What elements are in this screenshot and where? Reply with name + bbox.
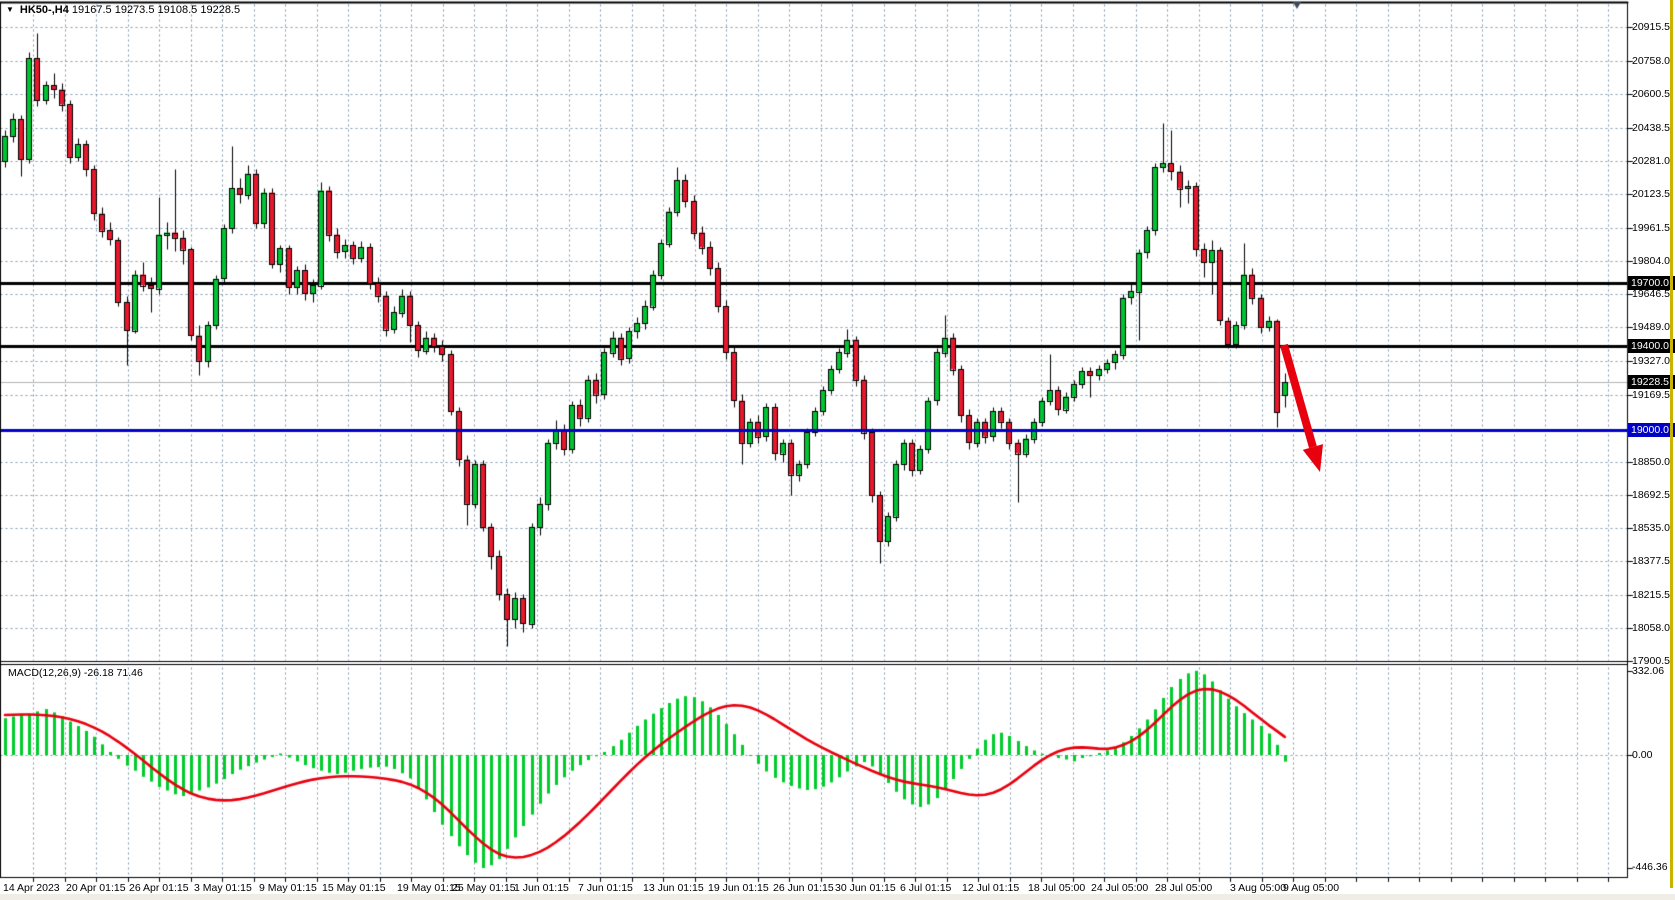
time-axis-label: 6 Jul 01:15 xyxy=(900,882,951,894)
price-axis-label: 19327.0 xyxy=(1632,355,1670,367)
time-axis-label: 9 Aug 05:00 xyxy=(1283,882,1339,894)
price-axis-label: 19169.5 xyxy=(1632,389,1670,401)
price-axis-label: 20281.0 xyxy=(1632,155,1670,167)
time-axis-label: 20 Apr 01:15 xyxy=(66,882,126,894)
time-axis-label: 25 May 01:15 xyxy=(452,882,516,894)
time-axis-label: 18 Jul 05:00 xyxy=(1028,882,1085,894)
price-badge: 19228.5 xyxy=(1628,375,1675,389)
time-axis-label: 14 Apr 2023 xyxy=(3,882,60,894)
macd-axis-label: -446.36 xyxy=(1632,861,1668,873)
price-axis-label: 18850.0 xyxy=(1632,456,1670,468)
chart-title: ▼ HK50-,H4 19167.5 19273.5 19108.5 19228.… xyxy=(6,4,240,16)
time-axis-label: 19 Jun 01:15 xyxy=(708,882,769,894)
price-badge: 19000.0 xyxy=(1628,423,1675,437)
price-axis-label: 18215.5 xyxy=(1632,589,1670,601)
time-axis-label: 1 Jun 01:15 xyxy=(514,882,569,894)
panel-splitter[interactable] xyxy=(0,659,1627,667)
window-right-edge xyxy=(1670,0,1673,888)
price-axis-label: 18535.0 xyxy=(1632,522,1670,534)
price-axis-label: 18377.5 xyxy=(1632,555,1670,567)
time-axis-label: 3 Aug 05:00 xyxy=(1230,882,1286,894)
ohlc-quote-label: 19167.5 19273.5 19108.5 19228.5 xyxy=(72,4,240,16)
time-axis-label: 13 Jun 01:15 xyxy=(643,882,704,894)
price-axis-label: 19804.0 xyxy=(1632,255,1670,267)
price-badge: 19400.0 xyxy=(1628,339,1675,353)
chart-window: ▼ HK50-,H4 19167.5 19273.5 19108.5 19228.… xyxy=(0,0,1675,900)
time-axis-label: 26 Jun 01:15 xyxy=(773,882,834,894)
price-axis-label: 19646.5 xyxy=(1632,288,1670,300)
price-axis-label: 20123.5 xyxy=(1632,188,1670,200)
macd-axis-label: 0.00 xyxy=(1632,749,1652,761)
price-axis-label: 18058.0 xyxy=(1632,622,1670,634)
price-axis-label: 18692.5 xyxy=(1632,489,1670,501)
macd-axis-label: 332.06 xyxy=(1632,665,1664,677)
macd-indicator-label: MACD(12,26,9) -26.18 71.46 xyxy=(8,667,143,679)
time-axis-label: 24 Jul 05:00 xyxy=(1091,882,1148,894)
time-axis-label: 15 May 01:15 xyxy=(322,882,386,894)
time-axis-label: 12 Jul 01:15 xyxy=(962,882,1019,894)
status-strip xyxy=(0,894,1675,900)
price-axis-label: 20438.5 xyxy=(1632,122,1670,134)
time-axis-label: 26 Apr 01:15 xyxy=(129,882,189,894)
price-axis-label: 19489.0 xyxy=(1632,321,1670,333)
time-axis-label: 3 May 01:15 xyxy=(194,882,252,894)
time-axis-label: 28 Jul 05:00 xyxy=(1155,882,1212,894)
price-axis-label: 20600.5 xyxy=(1632,88,1670,100)
symbol-dropdown-icon[interactable]: ▼ xyxy=(6,5,14,14)
time-axis-label: 7 Jun 01:15 xyxy=(578,882,633,894)
time-axis-label: 9 May 01:15 xyxy=(259,882,317,894)
price-chart-canvas[interactable] xyxy=(0,0,1675,900)
price-axis-label: 19961.5 xyxy=(1632,222,1670,234)
time-axis-label: 30 Jun 01:15 xyxy=(835,882,896,894)
price-badge: 19700.0 xyxy=(1628,276,1675,290)
price-axis-label: 20758.0 xyxy=(1632,55,1670,67)
price-axis-label: 20915.5 xyxy=(1632,21,1670,33)
symbol-timeframe-label: HK50-,H4 xyxy=(20,4,69,16)
